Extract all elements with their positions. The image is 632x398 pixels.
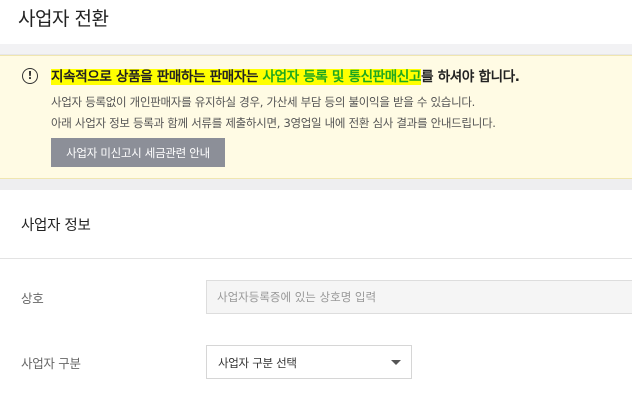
section-divider bbox=[0, 258, 632, 259]
headline-highlight-part1: 지속적으로 상품을 판매하는 판매자는 bbox=[51, 69, 259, 85]
band-top-strip bbox=[0, 44, 632, 55]
section-title: 사업자 정보 bbox=[21, 218, 91, 234]
business-type-label: 사업자 구분 bbox=[21, 356, 81, 371]
headline-part3: 를 하셔야 합니다. bbox=[421, 69, 520, 85]
business-type-select[interactable]: 사업자 구분 선택 bbox=[206, 345, 412, 379]
business-type-selected-value: 사업자 구분 선택 bbox=[218, 356, 297, 370]
headline-highlight-part2: 사업자 등록 및 통신판매신고 bbox=[258, 69, 422, 85]
notice-headline: 지속적으로 상품을 판매하는 판매자는 사업자 등록 및 통신판매신고를 하셔야… bbox=[51, 65, 520, 85]
company-name-input[interactable] bbox=[206, 280, 632, 314]
notice-description-line2: 아래 사업자 정보 등록과 함께 서류를 제출하시면, 3영업일 내에 전환 심… bbox=[51, 116, 496, 130]
exclamation-circle-icon: ! bbox=[22, 68, 38, 84]
tax-guide-button[interactable]: 사업자 미신고시 세금관련 안내 bbox=[51, 138, 225, 167]
notice-description-line1: 사업자 등록없이 개인판매자를 유지하실 경우, 가산세 부담 등의 불이익을 … bbox=[51, 95, 475, 109]
notice-box: ! 지속적으로 상품을 판매하는 판매자는 사업자 등록 및 통신판매신고를 하… bbox=[0, 55, 632, 179]
triangle-down-icon bbox=[391, 360, 401, 365]
page-title: 사업자 전환 bbox=[18, 8, 109, 30]
company-name-label: 상호 bbox=[21, 291, 44, 306]
